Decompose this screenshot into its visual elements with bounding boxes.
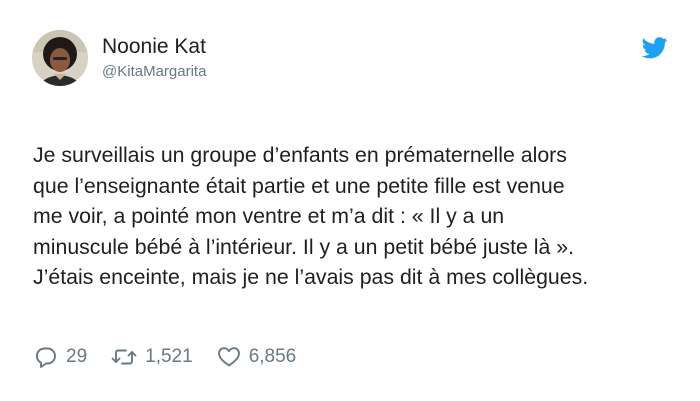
like-count: 6,856 — [248, 346, 297, 367]
tweet-text-line: J’étais enceinte, mais je ne l’avais pas… — [33, 265, 589, 290]
twitter-bird-icon[interactable] — [641, 37, 668, 59]
tweet-text-line: que l’enseignante était partie et une pe… — [33, 173, 565, 198]
tweet-actions: 29 1,521 6,856 — [34, 344, 320, 370]
retweet-count: 1,521 — [145, 346, 193, 367]
reply-button[interactable]: 29 — [34, 344, 87, 370]
author-name[interactable]: Noonie Kat — [102, 35, 206, 59]
tweet-text-line: Je surveillais un groupe d’enfants en pr… — [33, 143, 567, 167]
retweet-icon — [111, 345, 137, 369]
reply-count: 29 — [66, 346, 88, 367]
retweet-button[interactable]: 1,521 — [111, 344, 193, 370]
like-button[interactable]: 6,856 — [217, 344, 297, 370]
heart-icon — [217, 345, 241, 369]
avatar[interactable] — [32, 30, 88, 86]
tweet-card: Noonie Kat @KitaMargarita Je surveillais… — [0, 0, 700, 401]
tweet-text: Je surveillais un groupe d’enfants en pr… — [33, 140, 678, 293]
tweet-text-line: me voir, a pointé mon ventre et m’a dit … — [33, 204, 505, 229]
author-handle[interactable]: @KitaMargarita — [102, 63, 206, 81]
reply-icon — [34, 345, 58, 369]
tweet-text-line: minuscule bébé à l’intérieur. Il y a un … — [33, 234, 575, 259]
